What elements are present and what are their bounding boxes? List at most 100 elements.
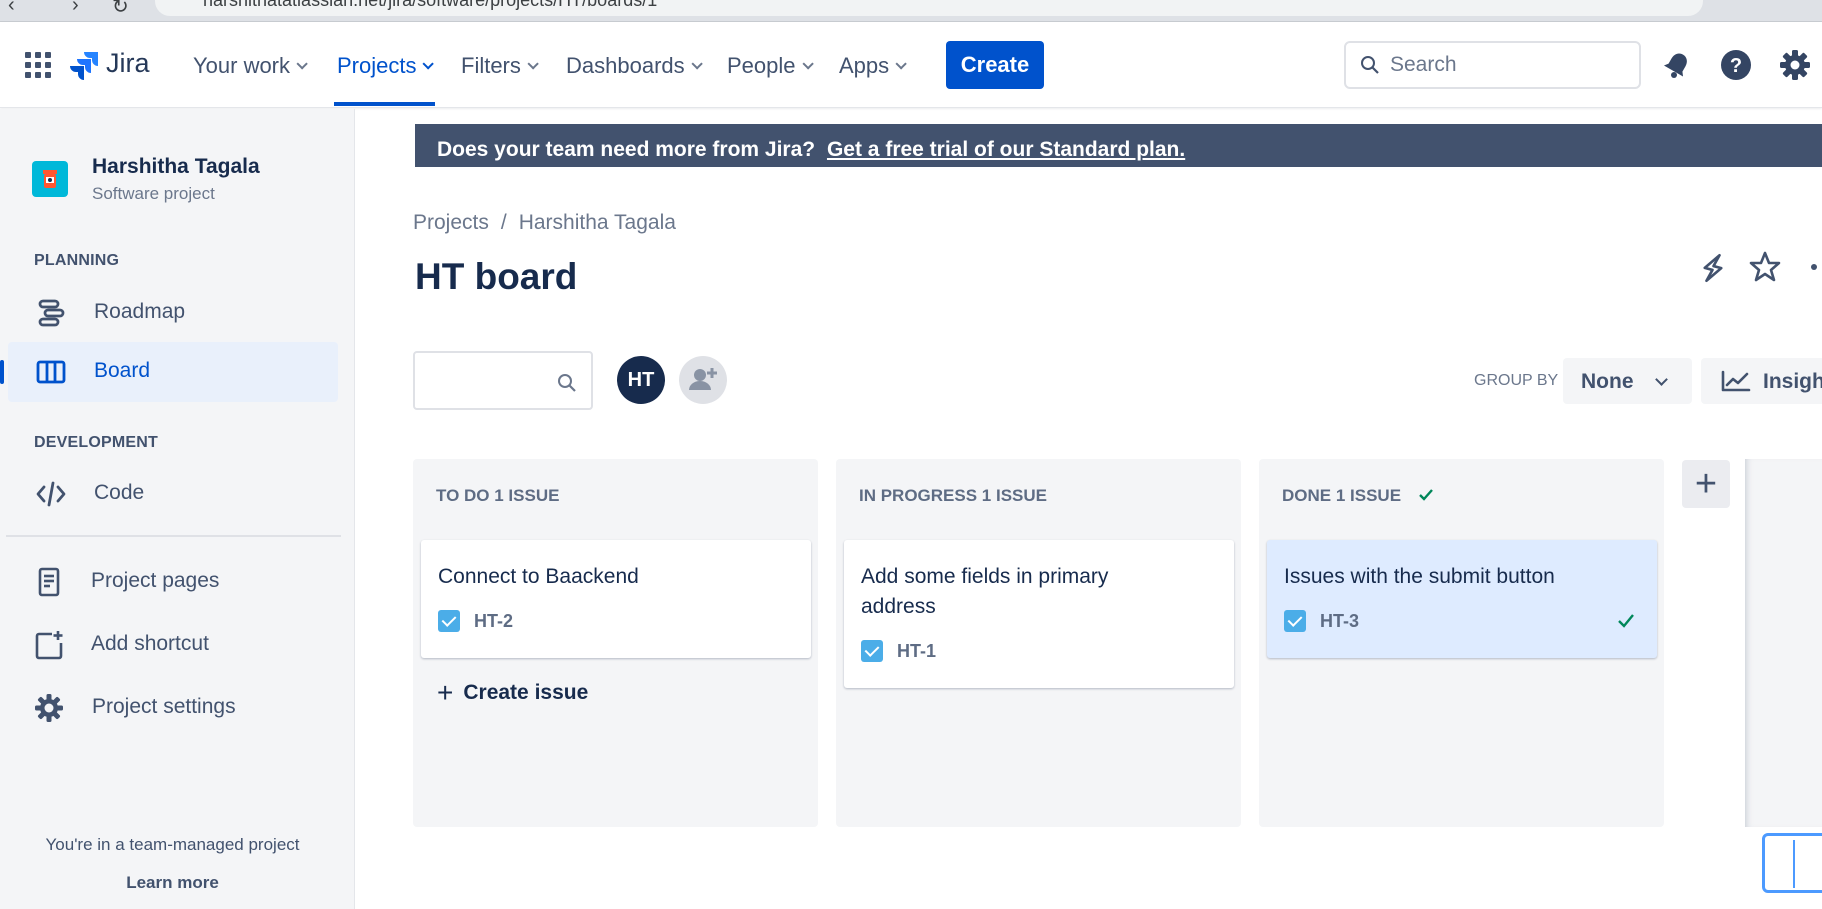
top-navigation: Jira Your work Projects Filters Dashboar…	[0, 22, 1822, 108]
task-type-icon	[861, 640, 883, 662]
development-section-label: DEVELOPMENT	[34, 434, 158, 451]
issue-card[interactable]: Issues with the submit button HT-3	[1267, 540, 1657, 658]
project-name[interactable]: Harshitha Tagala	[92, 155, 260, 179]
issue-meta: HT-1	[861, 640, 936, 662]
sidebar-item-label: Code	[94, 481, 145, 504]
project-sidebar: Harshitha Tagala Software project PLANNI…	[0, 109, 355, 909]
board-minimap[interactable]	[1762, 833, 1822, 893]
nav-label: Your work	[193, 53, 291, 78]
reload-icon[interactable]: ↻	[112, 0, 129, 19]
create-issue-button[interactable]: + Create issue	[437, 677, 588, 708]
product-name[interactable]: Jira	[106, 48, 150, 79]
add-people-button[interactable]	[679, 356, 727, 404]
add-person-icon	[689, 368, 717, 390]
chevron-down-icon	[895, 58, 907, 70]
user-avatar[interactable]: HT	[617, 356, 665, 404]
sidebar-item-label: Project pages	[91, 569, 220, 592]
browser-toolbar: ‹ › ↻ harshithatatlassian.net/jira/softw…	[0, 0, 1822, 22]
nav-filters[interactable]: Filters	[461, 50, 539, 82]
active-nav-indicator	[334, 102, 435, 106]
nav-label: Projects	[337, 53, 417, 78]
nav-dashboards[interactable]: Dashboards	[566, 50, 703, 82]
board-column-in-progress: IN PROGRESS 1 ISSUE Add some fields in p…	[836, 459, 1241, 827]
chevron-down-icon	[296, 58, 308, 70]
issue-card[interactable]: Connect to Baackend HT-2	[421, 540, 811, 658]
issue-summary: Connect to Baackend	[438, 565, 639, 588]
add-shortcut-icon	[35, 631, 63, 660]
group-by-select[interactable]: None	[1563, 358, 1692, 404]
nav-label: Dashboards	[566, 53, 685, 78]
search-input[interactable]	[1390, 53, 1620, 77]
done-check-icon	[1418, 489, 1433, 501]
chevron-down-icon	[1655, 373, 1668, 386]
resolved-check-icon	[1618, 614, 1634, 628]
project-type: Software project	[92, 184, 215, 203]
sidebar-item-project-pages[interactable]: Project pages	[8, 552, 338, 612]
svg-text:?: ?	[1730, 55, 1742, 77]
issue-key[interactable]: HT-1	[897, 641, 936, 662]
notifications-icon[interactable]	[1662, 50, 1692, 80]
star-icon[interactable]	[1747, 249, 1783, 285]
nav-people[interactable]: People	[727, 50, 814, 82]
breadcrumb-projects[interactable]: Projects	[413, 211, 489, 234]
banner-text: Does your team need more from Jira?	[437, 138, 816, 161]
create-button[interactable]: Create	[946, 41, 1044, 89]
page-title: HT board	[415, 256, 578, 297]
code-icon	[36, 481, 66, 507]
issue-key[interactable]: HT-2	[474, 611, 513, 632]
help-icon[interactable]: ?	[1720, 49, 1752, 81]
nav-label: Filters	[461, 53, 521, 78]
sidebar-divider	[6, 535, 341, 537]
sidebar-item-roadmap[interactable]: Roadmap	[8, 283, 338, 343]
sidebar-item-board[interactable]: Board	[0, 342, 338, 402]
standard-trial-link[interactable]: Get a free trial of our Standard plan.	[827, 138, 1185, 161]
nav-apps[interactable]: Apps	[839, 50, 907, 82]
upgrade-banner: Does your team need more from Jira? Get …	[415, 124, 1822, 167]
breadcrumb-separator: /	[500, 211, 507, 234]
learn-more-link[interactable]: Learn more	[0, 873, 345, 893]
board-search-field[interactable]	[413, 351, 593, 410]
board-icon	[36, 360, 66, 384]
app-switcher-icon[interactable]	[25, 52, 51, 78]
nav-your-work[interactable]: Your work	[193, 50, 308, 82]
search-icon	[558, 374, 576, 392]
search-field[interactable]	[1344, 41, 1641, 89]
project-avatar-icon	[43, 170, 57, 188]
issue-key[interactable]: HT-3	[1320, 611, 1359, 632]
board-column-todo: TO DO 1 ISSUE Connect to Baackend HT-2 +…	[413, 459, 818, 827]
chevron-down-icon	[422, 58, 435, 70]
back-icon[interactable]: ‹	[8, 0, 15, 17]
task-type-icon	[1284, 610, 1306, 632]
sidebar-item-label: Add shortcut	[91, 632, 209, 655]
column-header: TO DO 1 ISSUE	[436, 486, 560, 505]
automation-icon[interactable]	[1695, 250, 1731, 286]
board-scroll-edge	[1745, 459, 1822, 827]
breadcrumb-project[interactable]: Harshitha Tagala	[519, 211, 676, 234]
breadcrumb: Projects / Harshitha Tagala	[413, 211, 676, 235]
column-header: DONE 1 ISSUE	[1282, 486, 1434, 506]
more-actions-icon[interactable]	[1800, 249, 1822, 285]
sidebar-item-label: Board	[94, 359, 151, 382]
project-avatar[interactable]	[32, 161, 68, 197]
issue-card[interactable]: Add some fields in primary address HT-1	[844, 540, 1234, 688]
nav-projects[interactable]: Projects	[337, 50, 435, 82]
nav-label: Apps	[839, 53, 890, 78]
column-title: DONE 1 ISSUE	[1282, 486, 1402, 505]
search-icon	[1361, 56, 1379, 74]
chevron-down-icon	[527, 58, 539, 70]
chevron-down-icon	[691, 58, 703, 70]
insights-button[interactable]: Insights	[1701, 358, 1822, 404]
sidebar-item-project-settings[interactable]: Project settings	[8, 678, 338, 738]
add-column-button[interactable]: +	[1682, 460, 1730, 508]
forward-icon[interactable]: ›	[72, 0, 79, 17]
minimap-divider	[1793, 840, 1795, 888]
settings-gear-icon[interactable]	[1779, 49, 1811, 81]
address-bar[interactable]: harshithatatlassian.net/jira/software/pr…	[155, 0, 1703, 16]
insights-label: Insights	[1763, 370, 1822, 393]
sidebar-item-add-shortcut[interactable]: Add shortcut	[8, 615, 338, 675]
jira-logo-icon[interactable]	[70, 50, 100, 80]
plus-icon: +	[1694, 462, 1718, 505]
sidebar-item-code[interactable]: Code	[8, 464, 338, 524]
plus-icon: +	[437, 677, 454, 708]
issue-summary: Add some fields in primary address	[861, 565, 1109, 618]
